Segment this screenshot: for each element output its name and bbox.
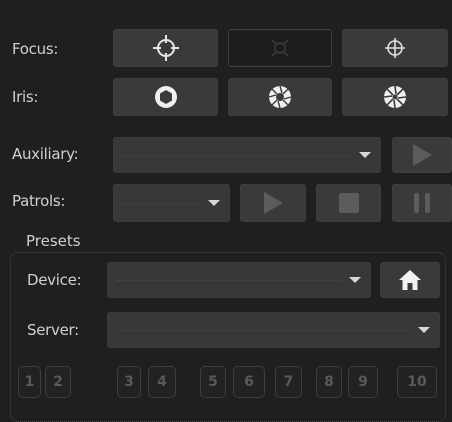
iris-open-icon [154,86,177,108]
focus-auto-icon [271,39,289,57]
preset-10-button[interactable]: 10 [397,366,437,398]
preset-1-button[interactable]: 1 [18,366,41,398]
auxiliary-select[interactable] [113,137,381,173]
focus-near-button[interactable] [113,29,218,67]
crosshair-icon [152,35,179,61]
stop-icon [338,193,359,213]
home-preset-button[interactable] [380,262,440,298]
focus-far-button[interactable] [342,29,448,67]
preset-3-button[interactable]: 3 [117,366,141,398]
preset-7-button[interactable]: 7 [275,366,302,398]
server-select[interactable] [107,312,440,348]
iris-aperture-icon [268,85,292,109]
play-icon [413,144,432,166]
patrols-select[interactable] [113,184,230,222]
pause-icon [414,193,430,213]
preset-4-button[interactable]: 4 [148,366,176,398]
auxiliary-value [122,155,352,156]
iris-label: Iris: [12,88,39,106]
patrol-pause-button[interactable] [392,184,452,222]
device-select[interactable] [107,262,371,298]
preset-2-button[interactable]: 2 [45,366,71,398]
chevron-down-icon [359,152,371,158]
crosshair-small-icon [385,38,405,58]
chevron-down-icon [418,327,430,333]
focus-label: Focus: [12,40,59,58]
iris-closed-icon [383,85,407,109]
device-value [116,280,342,281]
device-label: Device: [27,271,82,289]
auxiliary-label: Auxiliary: [12,145,79,163]
preset-5-button[interactable]: 5 [200,366,226,398]
server-value [116,330,411,331]
focus-auto-button[interactable] [228,29,332,67]
patrols-label: Patrols: [12,192,66,210]
presets-title: Presets [22,232,85,250]
preset-8-button[interactable]: 8 [316,366,342,398]
preset-9-button[interactable]: 9 [348,366,378,398]
patrol-stop-button[interactable] [316,184,381,222]
auxiliary-play-button[interactable] [392,137,452,173]
iris-close-button[interactable] [342,78,448,116]
home-icon [399,270,421,290]
iris-open-button[interactable] [113,78,218,116]
chevron-down-icon [349,277,361,283]
patrol-play-button[interactable] [240,184,306,222]
chevron-down-icon [208,200,220,206]
server-label: Server: [27,321,79,339]
iris-auto-button[interactable] [228,78,332,116]
patrols-value [122,203,201,204]
play-icon [264,192,283,214]
preset-6-button[interactable]: 6 [233,366,265,398]
